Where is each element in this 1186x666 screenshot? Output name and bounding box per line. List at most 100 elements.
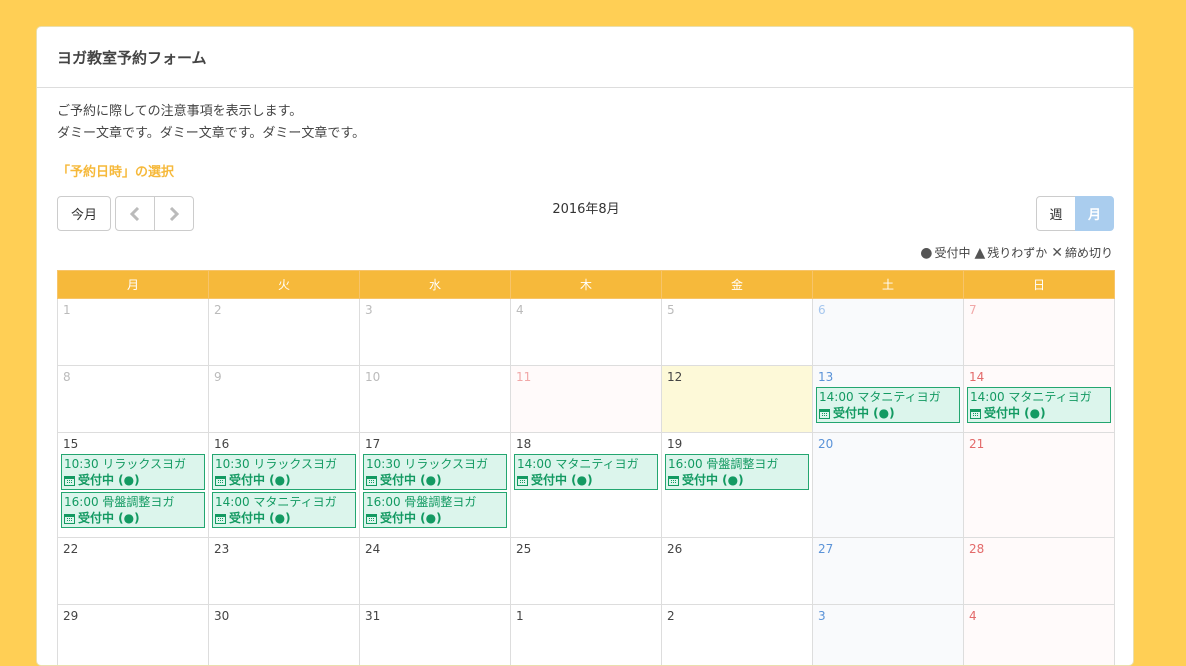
calendar-day-cell[interactable]: 1 xyxy=(58,299,209,366)
day-number: 9 xyxy=(214,370,356,384)
event-title: 10:30 リラックスヨガ xyxy=(215,456,353,472)
calendar-day-cell[interactable]: 21 xyxy=(964,433,1115,538)
day-number: 8 xyxy=(63,370,205,384)
day-number: 31 xyxy=(365,609,507,623)
class-event[interactable]: 16:00 骨盤調整ヨガ受付中 (●) xyxy=(61,492,205,528)
calendar-day-cell[interactable]: 3 xyxy=(360,299,511,366)
event-status: 受付中 (●) xyxy=(366,510,504,526)
event-status-label: 受付中 (●) xyxy=(229,472,291,488)
calendar-day-cell[interactable]: 13 14:00 マタニティヨガ受付中 (●) xyxy=(813,366,964,433)
calendar-day-cell[interactable]: 4 xyxy=(964,605,1115,666)
calendar-day-cell[interactable]: 24 xyxy=(360,538,511,605)
calendar-day-cell[interactable]: 29 xyxy=(58,605,209,666)
calendar-day-cell[interactable]: 20 xyxy=(813,433,964,538)
calendar-day-cell[interactable]: 19 16:00 骨盤調整ヨガ受付中 (●) xyxy=(662,433,813,538)
day-number: 24 xyxy=(365,542,507,556)
month-title: 2016年8月 xyxy=(37,198,1134,217)
calendar-day-cell[interactable]: 1414:00 マタニティヨガ受付中 (●) xyxy=(964,366,1115,433)
day-number: 17 xyxy=(365,437,507,451)
day-number: 1 xyxy=(516,609,658,623)
calendar-day-cell[interactable]: 8 xyxy=(58,366,209,433)
class-event[interactable]: 14:00 マタニティヨガ受付中 (●) xyxy=(212,492,356,528)
calendar-day-cell[interactable]: 22 xyxy=(58,538,209,605)
status-legend: ● 受付中 ▲ 残りわずか ✕ 締め切り xyxy=(920,244,1113,261)
calendar-icon xyxy=(215,513,226,524)
calendar-day-cell[interactable]: 26 xyxy=(662,538,813,605)
day-number: 25 xyxy=(516,542,658,556)
calendar-day-cell[interactable]: 3 xyxy=(813,605,964,666)
day-number: 29 xyxy=(63,609,205,623)
calendar-day-cell[interactable]: 4 xyxy=(511,299,662,366)
calendar-day-cell[interactable]: 2 xyxy=(209,299,360,366)
month-view-button[interactable]: 月 xyxy=(1075,196,1114,231)
calendar-day-cell[interactable]: 18 14:00 マタニティヨガ受付中 (●) xyxy=(511,433,662,538)
calendar-day-cell[interactable]: 12 xyxy=(662,366,813,433)
event-status-label: 受付中 (●) xyxy=(380,472,442,488)
calendar-day-cell[interactable]: 1510:30 リラックスヨガ受付中 (●)16:00 骨盤調整ヨガ受付中 (●… xyxy=(58,433,209,538)
day-number: 6 xyxy=(818,303,960,317)
calendar-day-cell[interactable]: 1 xyxy=(511,605,662,666)
calendar-week-row: 1234567 xyxy=(58,299,1115,366)
day-number: 19 xyxy=(667,437,809,451)
cross-icon: ✕ xyxy=(1051,245,1063,261)
event-title: 16:00 骨盤調整ヨガ xyxy=(64,494,202,510)
calendar-icon xyxy=(819,408,830,419)
event-status: 受付中 (●) xyxy=(64,510,202,526)
class-event[interactable]: 16:00 骨盤調整ヨガ受付中 (●) xyxy=(665,454,809,490)
calendar-day-cell[interactable]: 25 xyxy=(511,538,662,605)
day-number: 5 xyxy=(667,303,809,317)
calendar-day-cell[interactable]: 1610:30 リラックスヨガ受付中 (●)14:00 マタニティヨガ受付中 (… xyxy=(209,433,360,538)
calendar-day-cell[interactable]: 7 xyxy=(964,299,1115,366)
calendar-grid: 月火水木金土日 1234567891011121314:00 マタニティヨガ受付… xyxy=(57,270,1115,666)
day-number: 3 xyxy=(818,609,960,623)
event-status: 受付中 (●) xyxy=(215,472,353,488)
calendar-day-cell[interactable]: 1710:30 リラックスヨガ受付中 (●)16:00 骨盤調整ヨガ受付中 (●… xyxy=(360,433,511,538)
calendar-day-cell[interactable]: 23 xyxy=(209,538,360,605)
class-event[interactable]: 14:00 マタニティヨガ受付中 (●) xyxy=(816,387,960,423)
day-number: 15 xyxy=(63,437,205,451)
event-title: 16:00 骨盤調整ヨガ xyxy=(668,456,806,472)
day-number: 4 xyxy=(969,609,1111,623)
event-status: 受付中 (●) xyxy=(64,472,202,488)
day-number: 22 xyxy=(63,542,205,556)
class-event[interactable]: 10:30 リラックスヨガ受付中 (●) xyxy=(212,454,356,490)
day-number: 18 xyxy=(516,437,658,451)
calendar-day-cell[interactable]: 27 xyxy=(813,538,964,605)
calendar-day-cell[interactable]: 10 xyxy=(360,366,511,433)
calendar-body: 1234567891011121314:00 マタニティヨガ受付中 (●)141… xyxy=(58,299,1115,666)
event-status: 受付中 (●) xyxy=(215,510,353,526)
weekday-header: 金 xyxy=(662,271,813,299)
day-number: 28 xyxy=(969,542,1111,556)
calendar-week-row: 1510:30 リラックスヨガ受付中 (●)16:00 骨盤調整ヨガ受付中 (●… xyxy=(58,433,1115,538)
legend-item-few-left: ▲ 残りわずか xyxy=(974,244,1047,261)
weekday-header: 火 xyxy=(209,271,360,299)
event-title: 14:00 マタニティヨガ xyxy=(215,494,353,510)
day-number: 26 xyxy=(667,542,809,556)
calendar-day-cell[interactable]: 31 xyxy=(360,605,511,666)
day-number: 10 xyxy=(365,370,507,384)
calendar-icon xyxy=(366,475,377,486)
class-event[interactable]: 10:30 リラックスヨガ受付中 (●) xyxy=(61,454,205,490)
event-status: 受付中 (●) xyxy=(819,405,957,421)
day-number: 13 xyxy=(818,370,960,384)
day-number: 27 xyxy=(818,542,960,556)
class-event[interactable]: 14:00 マタニティヨガ受付中 (●) xyxy=(967,387,1111,423)
class-event[interactable]: 14:00 マタニティヨガ受付中 (●) xyxy=(514,454,658,490)
circle-icon: ● xyxy=(920,245,932,261)
week-view-button[interactable]: 週 xyxy=(1036,196,1076,231)
calendar-day-cell[interactable]: 6 xyxy=(813,299,964,366)
event-title: 14:00 マタニティヨガ xyxy=(970,389,1108,405)
weekday-header: 木 xyxy=(511,271,662,299)
calendar-day-cell[interactable]: 30 xyxy=(209,605,360,666)
legend-item-open: ● 受付中 xyxy=(920,244,970,261)
calendar-day-cell[interactable]: 11 xyxy=(511,366,662,433)
day-number: 21 xyxy=(969,437,1111,451)
event-title: 10:30 リラックスヨガ xyxy=(366,456,504,472)
day-number: 2 xyxy=(214,303,356,317)
calendar-day-cell[interactable]: 28 xyxy=(964,538,1115,605)
calendar-day-cell[interactable]: 9 xyxy=(209,366,360,433)
calendar-day-cell[interactable]: 5 xyxy=(662,299,813,366)
class-event[interactable]: 10:30 リラックスヨガ受付中 (●) xyxy=(363,454,507,490)
class-event[interactable]: 16:00 骨盤調整ヨガ受付中 (●) xyxy=(363,492,507,528)
calendar-day-cell[interactable]: 2 xyxy=(662,605,813,666)
